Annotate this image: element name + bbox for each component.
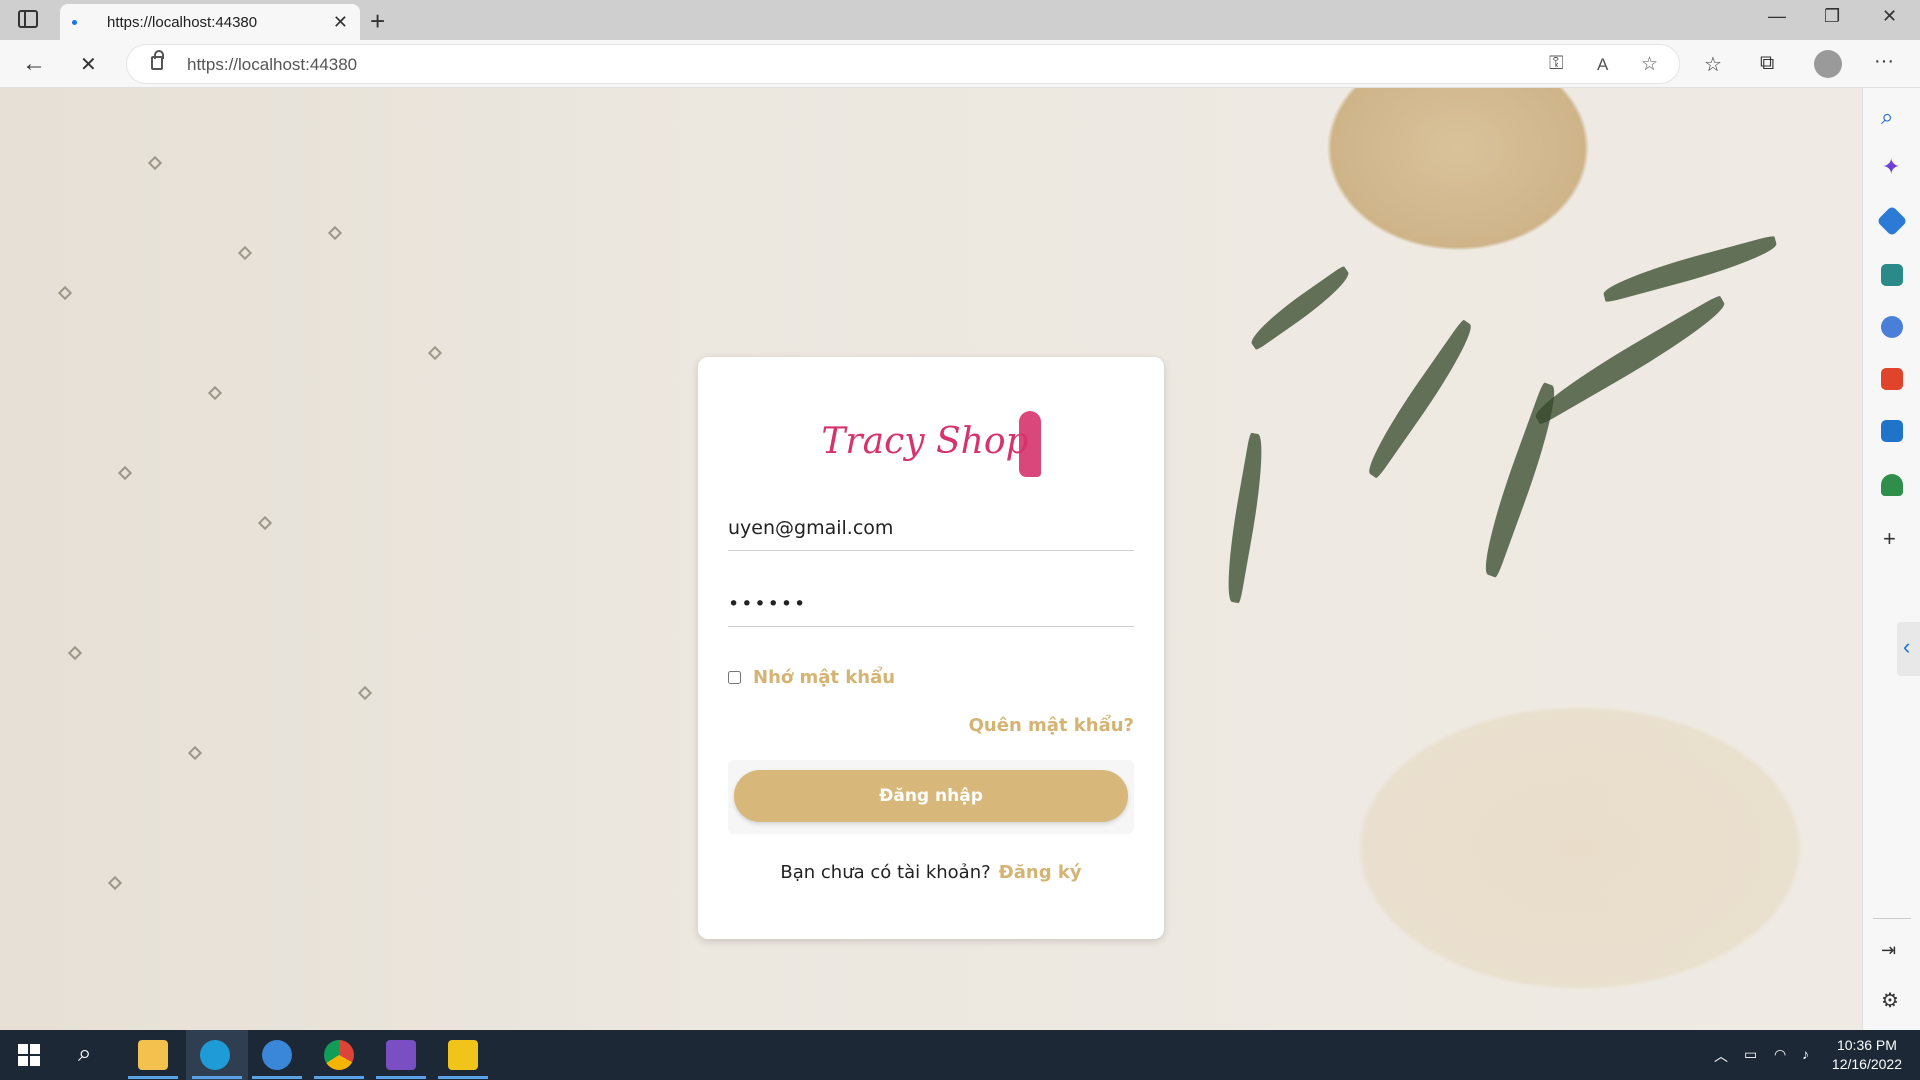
tab-loading-icon bbox=[72, 19, 77, 25]
chrome-icon[interactable] bbox=[324, 1040, 354, 1070]
fabric-pattern bbox=[117, 465, 133, 481]
taskbar-search-icon[interactable]: ⌕ bbox=[78, 1040, 91, 1068]
browser-sidebar: ⌕ ✦ + ‹ ⇥ ⚙ bbox=[1862, 88, 1920, 1030]
taskbar-clock[interactable]: 10:36 PM 12/16/2022 bbox=[1832, 1036, 1902, 1074]
register-link[interactable]: Đăng ký bbox=[999, 862, 1082, 883]
fabric-pattern bbox=[107, 875, 123, 891]
tab-title: https://localhost:44380 bbox=[107, 13, 258, 31]
brand-logo: Tracy Shop bbox=[698, 411, 1164, 477]
login-button[interactable]: Đăng nhập bbox=[734, 770, 1128, 822]
hide-sidebar-icon[interactable]: ⇥ bbox=[1881, 940, 1896, 961]
brand-figure-icon bbox=[1018, 411, 1041, 477]
app-running-indicator bbox=[438, 1076, 488, 1079]
email-field[interactable] bbox=[728, 505, 1134, 551]
fabric-pattern bbox=[187, 745, 203, 761]
palm-leaf-decoration bbox=[1528, 294, 1732, 426]
outlook-icon[interactable] bbox=[1881, 420, 1903, 442]
fabric-pattern bbox=[427, 345, 443, 361]
visual-studio-icon[interactable] bbox=[386, 1040, 416, 1070]
tab-actions-icon[interactable] bbox=[18, 10, 38, 28]
search-icon[interactable]: ⌕ bbox=[1881, 104, 1893, 130]
no-account-text: Bạn chưa có tài khoản? bbox=[780, 862, 991, 883]
palm-leaf-decoration bbox=[1359, 318, 1481, 480]
games-icon[interactable] bbox=[1881, 316, 1903, 338]
file-explorer-icon[interactable] bbox=[138, 1040, 168, 1070]
brand-name: Tracy Shop bbox=[821, 421, 1029, 462]
app-running-indicator bbox=[192, 1076, 242, 1079]
app-running-indicator bbox=[314, 1076, 364, 1079]
remember-password-label[interactable]: Nhớ mật khẩu bbox=[753, 667, 895, 688]
app-running-indicator bbox=[128, 1076, 178, 1079]
windows-start-icon[interactable] bbox=[18, 1044, 40, 1066]
lock-icon[interactable] bbox=[151, 50, 164, 70]
tab-close-icon[interactable]: ✕ bbox=[333, 12, 348, 33]
app-running-indicator bbox=[376, 1076, 426, 1079]
maximize-button[interactable]: ❐ bbox=[1824, 6, 1840, 27]
add-favorite-icon[interactable]: ☆ bbox=[1641, 53, 1658, 76]
add-sidebar-app-icon[interactable]: + bbox=[1883, 526, 1896, 552]
volume-icon[interactable]: ♪ bbox=[1802, 1046, 1809, 1062]
url-text[interactable]: https://localhost:44380 bbox=[187, 55, 357, 75]
forgot-password-link[interactable]: Quên mật khẩu? bbox=[969, 715, 1134, 736]
palm-leaf-decoration bbox=[1245, 265, 1355, 351]
read-aloud-icon[interactable]: A bbox=[1597, 55, 1608, 75]
fabric-pattern bbox=[147, 155, 163, 171]
login-card: Tracy Shop Nhớ mật khẩu Quên mật khẩu? Đ… bbox=[698, 357, 1164, 939]
more-menu-icon[interactable]: ··· bbox=[1874, 50, 1894, 73]
fabric-pattern bbox=[237, 245, 253, 261]
fabric-pattern bbox=[67, 645, 83, 661]
tools-icon[interactable] bbox=[1881, 264, 1903, 286]
browser-titlebar: https://localhost:44380 ✕ + — ❐ ✕ bbox=[0, 0, 1920, 40]
back-button[interactable]: ← bbox=[22, 50, 46, 78]
login-button-container: Đăng nhập bbox=[728, 760, 1134, 834]
copilot-icon[interactable]: ✦ bbox=[1882, 154, 1900, 180]
stop-loading-button[interactable]: ✕ bbox=[80, 52, 97, 77]
office-icon[interactable] bbox=[1881, 368, 1903, 390]
palm-leaf-decoration bbox=[1600, 235, 1780, 303]
windows-taskbar: ⌕ ︿ ▭ ◠ ♪ 10:36 PM 12/16/2022 bbox=[0, 1030, 1920, 1080]
favorites-icon[interactable]: ☆ bbox=[1704, 52, 1722, 77]
fabric-pattern bbox=[57, 285, 73, 301]
browser-tab[interactable]: https://localhost:44380 ✕ bbox=[60, 4, 360, 40]
close-window-button[interactable]: ✕ bbox=[1882, 6, 1897, 27]
settings-gear-icon[interactable]: ⚙ bbox=[1881, 988, 1899, 1013]
edge-browser-icon[interactable] bbox=[200, 1040, 230, 1070]
profile-avatar[interactable] bbox=[1814, 50, 1842, 78]
clock-time: 10:36 PM bbox=[1836, 1037, 1897, 1053]
battery-icon[interactable]: ▭ bbox=[1744, 1046, 1757, 1063]
signup-row: Bạn chưa có tài khoản? Đăng ký bbox=[698, 862, 1164, 883]
address-bar[interactable]: https://localhost:44380 ⚿ A ☆ bbox=[126, 44, 1680, 84]
browser-toolbar: ← ✕ https://localhost:44380 ⚿ A ☆ ☆ ⧉ ··… bbox=[0, 40, 1920, 88]
password-field[interactable] bbox=[728, 581, 1134, 627]
clock-date: 12/16/2022 bbox=[1831, 1056, 1902, 1072]
fabric-pattern bbox=[207, 385, 223, 401]
sidebar-collapse-chevron-icon[interactable]: ‹ bbox=[1897, 622, 1920, 676]
remember-password-checkbox[interactable] bbox=[728, 671, 741, 684]
minimize-button[interactable]: — bbox=[1768, 6, 1786, 27]
palm-leaf-decoration bbox=[1220, 432, 1270, 604]
collections-icon[interactable]: ⧉ bbox=[1760, 52, 1774, 75]
password-key-icon[interactable]: ⚿ bbox=[1549, 53, 1563, 75]
login-page-background: Tracy Shop Nhớ mật khẩu Quên mật khẩu? Đ… bbox=[0, 88, 1862, 1030]
dev-tool-icon[interactable] bbox=[448, 1040, 478, 1070]
fabric-pattern bbox=[257, 515, 273, 531]
sidebar-divider bbox=[1873, 918, 1911, 919]
fabric-pattern bbox=[327, 225, 343, 241]
new-tab-button[interactable]: + bbox=[370, 6, 385, 37]
app-running-indicator bbox=[252, 1076, 302, 1079]
remote-desktop-icon[interactable] bbox=[262, 1040, 292, 1070]
remember-password[interactable]: Nhớ mật khẩu bbox=[728, 667, 895, 688]
shopping-icon[interactable] bbox=[1876, 205, 1908, 237]
fabric-pattern bbox=[357, 685, 373, 701]
tree-icon[interactable] bbox=[1881, 474, 1903, 496]
tray-overflow-chevron-icon[interactable]: ︿ bbox=[1714, 1046, 1728, 1066]
network-icon[interactable]: ◠ bbox=[1774, 1046, 1786, 1063]
